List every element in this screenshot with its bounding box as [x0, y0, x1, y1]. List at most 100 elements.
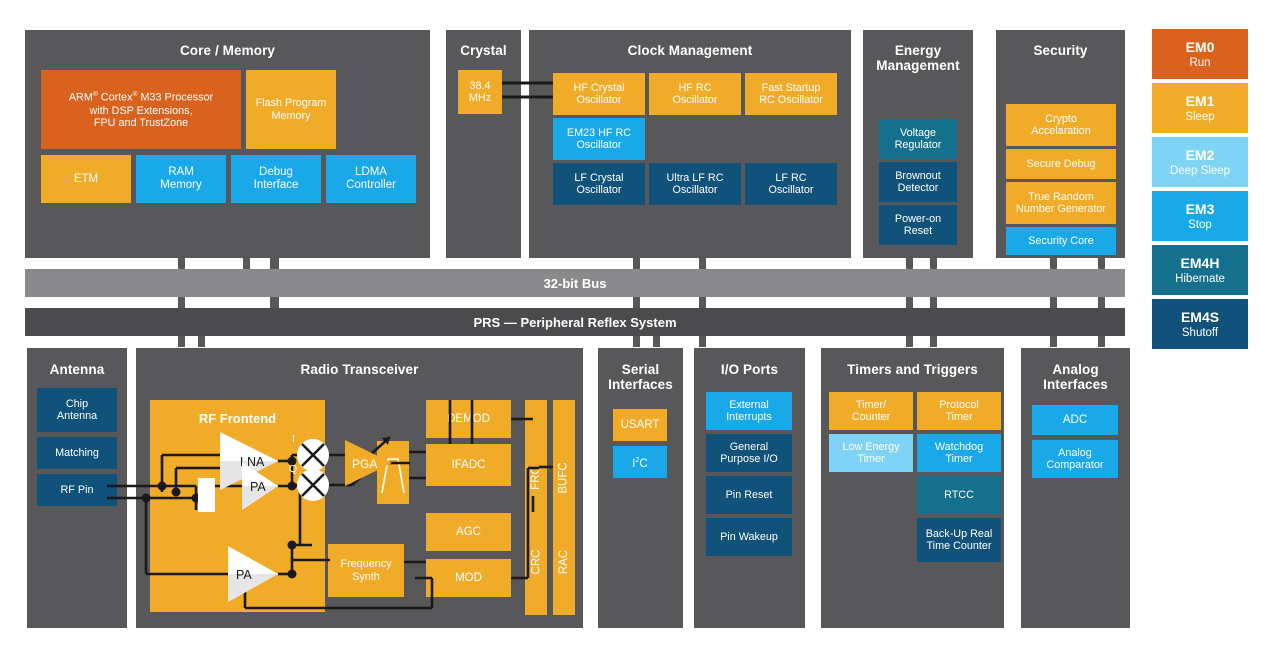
- panel-clock-management: Clock Management HF Crystal Oscillator HF…: [529, 30, 851, 258]
- block-chip-antenna: Chip Antenna: [37, 388, 117, 432]
- panel-title-energy-management: Energy Management: [876, 43, 960, 73]
- block-external-interrupts: External Interrupts: [706, 392, 792, 430]
- connector-stub: [906, 258, 913, 269]
- panel-antenna: Antenna Chip Antenna Matching RF Pin: [27, 348, 127, 628]
- connector-stub: [178, 297, 185, 308]
- block-label: ARM® Cortex® M33 Processor with DSP Exten…: [68, 91, 214, 130]
- block-matching: Matching: [37, 437, 117, 469]
- connector-stub: [198, 336, 205, 347]
- block-security-core: Security Core: [1006, 227, 1116, 255]
- block-label: CRC: [530, 549, 543, 575]
- energy-mode-name: EM2: [1185, 146, 1215, 163]
- panel-analog-interfaces: Analog Interfaces ADC Analog Comparator: [1021, 348, 1130, 628]
- bus-label: PRS — Peripheral Reflex System: [473, 314, 677, 330]
- panel-title-security: Security: [1033, 43, 1088, 58]
- block-label: True Random Number Generator: [1015, 190, 1106, 216]
- energy-mode-state: Run: [1189, 56, 1211, 69]
- panel-title-timers-and-triggers: Timers and Triggers: [847, 362, 978, 377]
- energy-mode-em2: EM2 Deep Sleep: [1152, 137, 1248, 187]
- connector-stub: [633, 297, 640, 308]
- block-analog-comparator: Analog Comparator: [1032, 440, 1118, 478]
- block-label: LF RC Oscillator: [768, 171, 814, 197]
- panel-title-core-memory: Core / Memory: [179, 43, 276, 58]
- block-back-up-real-time-counter: Back-Up Real Time Counter: [917, 518, 1001, 562]
- block-label: IFADC: [451, 458, 486, 471]
- block-label: Fast Startup RC Oscillator: [759, 81, 823, 107]
- energy-mode-name: EM0: [1185, 38, 1215, 55]
- connector-stub: [633, 336, 640, 347]
- block-diagram: Core / Memory ARM® Cortex® M33 Processor…: [0, 0, 1280, 670]
- block-pin-wakeup: Pin Wakeup: [706, 518, 792, 556]
- block-arm-cortex-m33: ARM® Cortex® M33 Processor with DSP Exten…: [41, 70, 241, 149]
- block-watchdog-timer: Watchdog Timer: [917, 434, 1001, 472]
- block-label: Debug Interface: [253, 166, 299, 191]
- block-ifadc: IFADC: [426, 444, 511, 486]
- energy-mode-name: EM4S: [1180, 308, 1220, 325]
- connector-stub: [633, 258, 640, 269]
- block-label: Voltage Regulator: [894, 126, 942, 152]
- block-label: MOD: [455, 571, 482, 584]
- group-title-rf-frontend: RF Frontend: [198, 411, 277, 426]
- panel-title-serial-interfaces: Serial Interfaces: [608, 362, 673, 392]
- connector-stub: [699, 297, 706, 308]
- connector-stub: [906, 336, 913, 347]
- energy-mode-em4s: EM4S Shutoff: [1152, 299, 1248, 349]
- connector-stub: [1098, 336, 1105, 347]
- block-label: HF RC Oscillator: [672, 81, 718, 107]
- block-i2c: I2C: [613, 446, 667, 478]
- block-label: RAM Memory: [160, 166, 202, 191]
- energy-mode-name: EM3: [1185, 200, 1215, 217]
- block-label: Analog Comparator: [1046, 446, 1104, 472]
- block-crc: CRC: [525, 509, 547, 615]
- block-label: ADC: [1062, 413, 1088, 426]
- connector-stub: [178, 336, 185, 347]
- block-channel-filter: [377, 441, 409, 504]
- energy-mode-em1: EM1 Sleep: [1152, 83, 1248, 133]
- connector-stub: [270, 258, 279, 269]
- block-label: Pin Wakeup: [720, 530, 778, 543]
- block-brownout-detector: Brownout Detector: [879, 162, 957, 202]
- block-label: Back-Up Real Time Counter: [925, 527, 993, 553]
- block-ldma-controller: LDMA Controller: [326, 155, 416, 203]
- block-rf-pin: RF Pin: [37, 474, 117, 506]
- block-label: RF Pin: [60, 483, 94, 496]
- panel-title-io-ports: I/O Ports: [720, 362, 779, 377]
- connector-stub: [270, 297, 279, 308]
- block-protocol-timer: Protocol Timer: [917, 392, 1001, 430]
- energy-mode-name: EM4H: [1180, 254, 1220, 271]
- block-label: FRC: [530, 465, 543, 490]
- block-label: AGC: [456, 525, 481, 538]
- block-rac: RAC: [553, 509, 575, 615]
- block-label: USART: [620, 418, 660, 431]
- block-flash-program-memory: Flash Program Memory: [246, 70, 336, 149]
- energy-mode-em4h: EM4H Hibernate: [1152, 245, 1248, 295]
- block-lf-crystal-oscillator: LF Crystal Oscillator: [553, 163, 645, 205]
- block-debug-interface: Debug Interface: [231, 155, 321, 203]
- energy-mode-state: Shutoff: [1181, 326, 1219, 339]
- block-label: LF Crystal Oscillator: [574, 171, 624, 197]
- block-usart: USART: [613, 409, 667, 441]
- block-label: Power-on Reset: [894, 212, 942, 238]
- block-fast-startup-rc-oscillator: Fast Startup RC Oscillator: [745, 73, 837, 115]
- block-em23-hf-rc-oscillator: EM23 HF RC Oscillator: [553, 118, 645, 160]
- block-label: ETM: [73, 172, 99, 185]
- panel-radio-transceiver: Radio Transceiver RF Frontend FRC BUFC C…: [136, 348, 583, 628]
- block-label: BUFC: [558, 461, 570, 494]
- panel-io-ports: I/O Ports External Interrupts General Purp…: [694, 348, 805, 628]
- block-label: Pin Reset: [725, 488, 773, 501]
- block-label: HF Crystal Oscillator: [573, 81, 625, 107]
- panel-title-antenna: Antenna: [49, 362, 105, 377]
- block-low-energy-timer: Low Energy Timer: [829, 434, 913, 472]
- block-frequency-synth: Frequency Synth: [328, 544, 404, 597]
- block-label: Chip Antenna: [56, 397, 98, 423]
- block-adc: ADC: [1032, 405, 1118, 435]
- block-label: General Purpose I/O: [720, 440, 778, 466]
- block-label: Ultra LF RC Oscillator: [666, 171, 724, 197]
- block-label: Secure Debug: [1026, 157, 1096, 170]
- block-label: Frequency Synth: [340, 558, 392, 583]
- panel-serial-interfaces: Serial Interfaces USART I2C: [598, 348, 683, 628]
- block-voltage-regulator: Voltage Regulator: [879, 119, 957, 159]
- block-label: Crypto Accelaration: [1031, 112, 1091, 138]
- energy-mode-state: Stop: [1188, 218, 1212, 231]
- connector-stub: [930, 258, 937, 269]
